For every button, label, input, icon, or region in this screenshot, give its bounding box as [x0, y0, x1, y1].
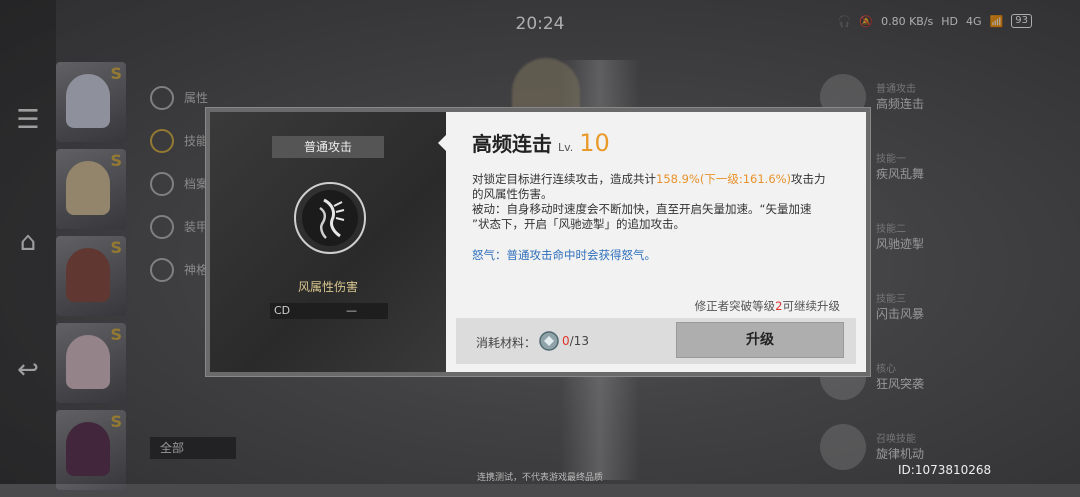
- cd-value: —: [346, 304, 357, 317]
- damage-type: 风属性伤害: [297, 280, 358, 294]
- upgrade-requirement: 修正者突破等级2可继续升级: [694, 299, 840, 313]
- level-prefix: Lv.: [558, 141, 574, 154]
- skill-title: 高频连击: [472, 132, 552, 156]
- cd-label: CD: [274, 304, 291, 317]
- skill-emblem: [294, 182, 366, 254]
- material-count: 0/13: [562, 334, 589, 348]
- cooldown-bar: CD —: [270, 303, 388, 319]
- required-breakthrough-level: 2: [775, 299, 783, 313]
- material-chip-icon: [539, 331, 559, 351]
- skill-summary-panel: 普通攻击 风属性伤害 CD —: [210, 112, 446, 372]
- rage-note: 怒气：普通攻击命中时会获得怒气。: [472, 248, 656, 262]
- player-id: ID:1073810268: [898, 463, 992, 477]
- wind-strike-icon: [319, 198, 345, 239]
- upgrade-button[interactable]: 升级: [676, 322, 844, 358]
- skill-type-tag: 普通攻击: [272, 136, 384, 158]
- skill-description: 对锁定目标进行连续攻击，造成共计158.9%(下一级:161.6%)攻击力 的风…: [472, 172, 826, 231]
- skill-level: 10: [579, 129, 610, 157]
- material-bar: 消耗材料： 0/13 升级: [456, 318, 856, 364]
- skill-detail-dialog: 普通攻击 风属性伤害 CD — 高频连击 Lv. 10 对锁定目标进行连续攻击，…: [206, 108, 870, 376]
- damage-percent: 158.9%(下一级:161.6%): [656, 172, 792, 186]
- material-label: 消耗材料：: [476, 336, 537, 350]
- skill-detail-panel: 高频连击 Lv. 10 对锁定目标进行连续攻击，造成共计158.9%(下一级:1…: [446, 112, 866, 372]
